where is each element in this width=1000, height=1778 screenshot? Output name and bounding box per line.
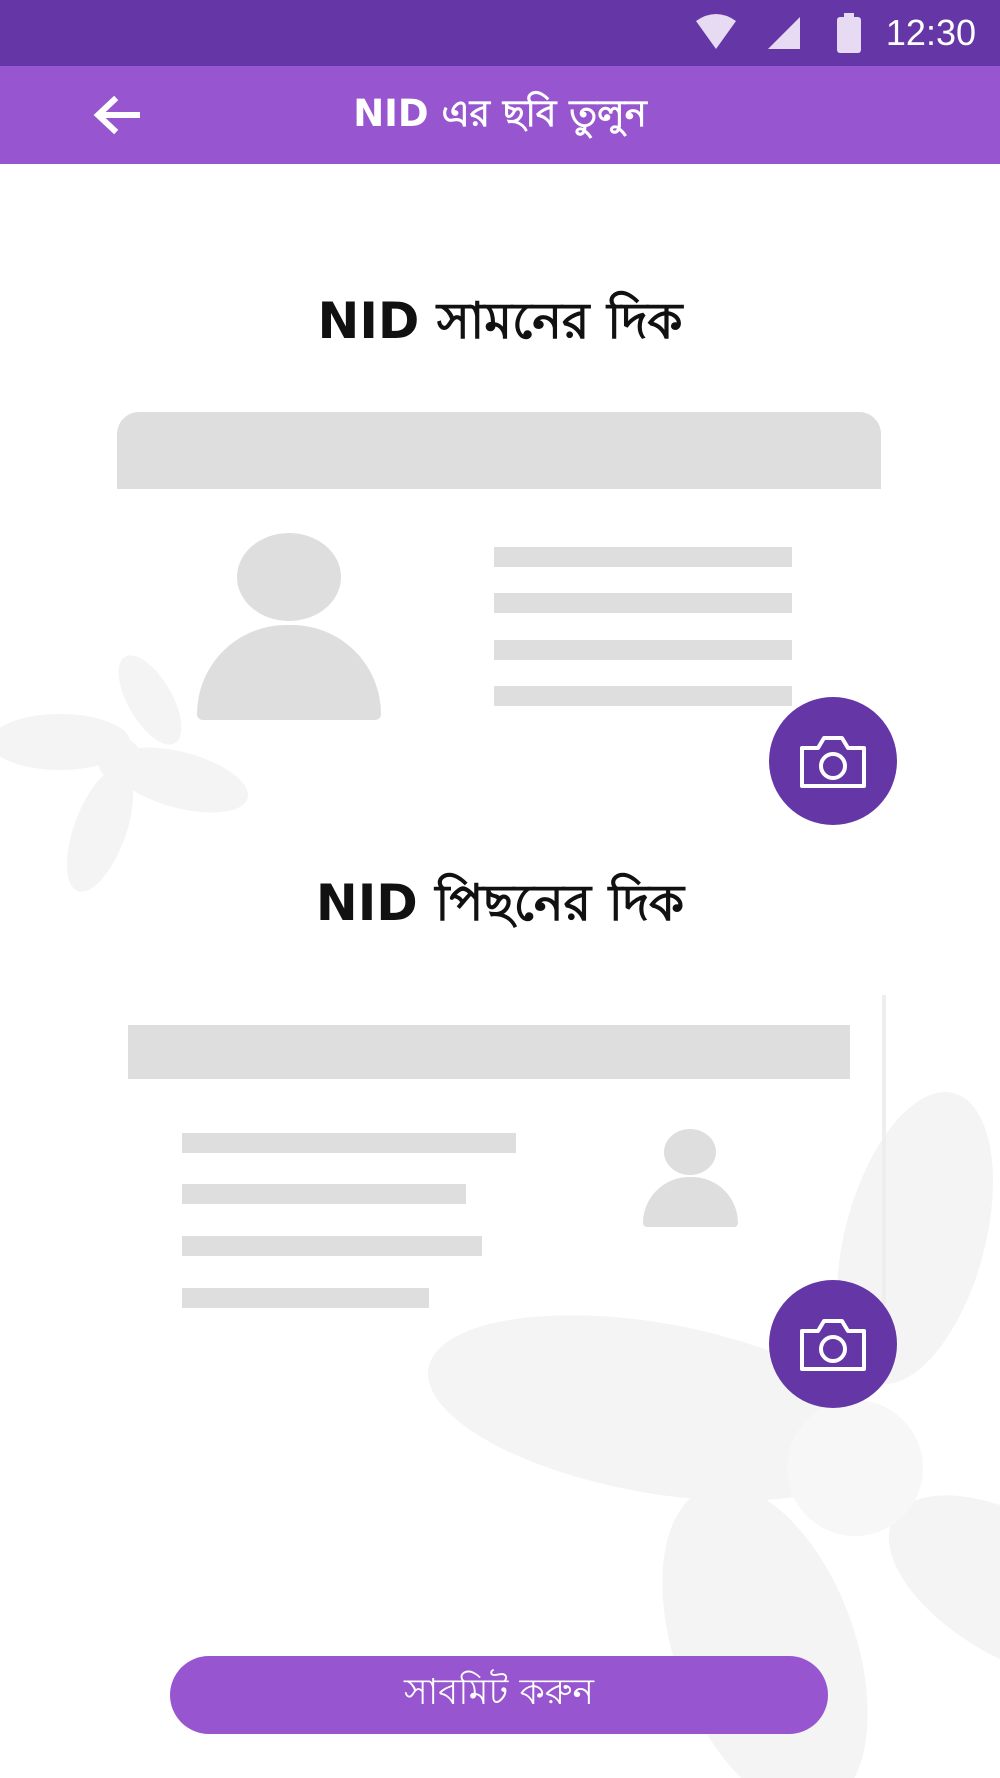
card-header-placeholder (128, 1025, 850, 1079)
text-line-placeholder (494, 640, 792, 660)
text-line-placeholder (182, 1288, 429, 1308)
back-section-title: NID পিছনের দিক (315, 874, 685, 932)
avatar-head (664, 1129, 716, 1175)
avatar-body (197, 625, 381, 720)
battery-icon (836, 0, 862, 66)
text-line-placeholder (494, 686, 792, 706)
status-bar: 12:30 (0, 0, 1000, 66)
wifi-icon (694, 0, 738, 66)
text-line-placeholder (494, 547, 792, 567)
text-line-placeholder (494, 593, 792, 613)
page-title: NID এর ছবি তুলুন (353, 91, 647, 135)
app-bar: NID এর ছবি তুলুন (0, 66, 1000, 164)
avatar-head (237, 533, 341, 621)
submit-button-label: সাবমিট করুন (404, 1672, 594, 1713)
text-line-placeholder (182, 1236, 482, 1256)
status-time: 12:30 (885, 12, 976, 53)
camera-icon (800, 1319, 866, 1371)
signal-icon (766, 0, 802, 66)
submit-button[interactable]: সাবমিট করুন (170, 1656, 828, 1734)
front-section-title: NID সামনের দিক (317, 292, 683, 350)
back-button[interactable] (70, 80, 162, 150)
text-line-placeholder (182, 1184, 466, 1204)
camera-icon (800, 736, 866, 788)
text-line-placeholder (182, 1133, 516, 1153)
card-edge (882, 995, 886, 1305)
avatar-body (643, 1177, 738, 1227)
capture-front-button[interactable] (769, 697, 897, 825)
arrow-left-icon (93, 95, 140, 135)
card-header-placeholder (117, 412, 881, 489)
capture-back-button[interactable] (769, 1280, 897, 1408)
